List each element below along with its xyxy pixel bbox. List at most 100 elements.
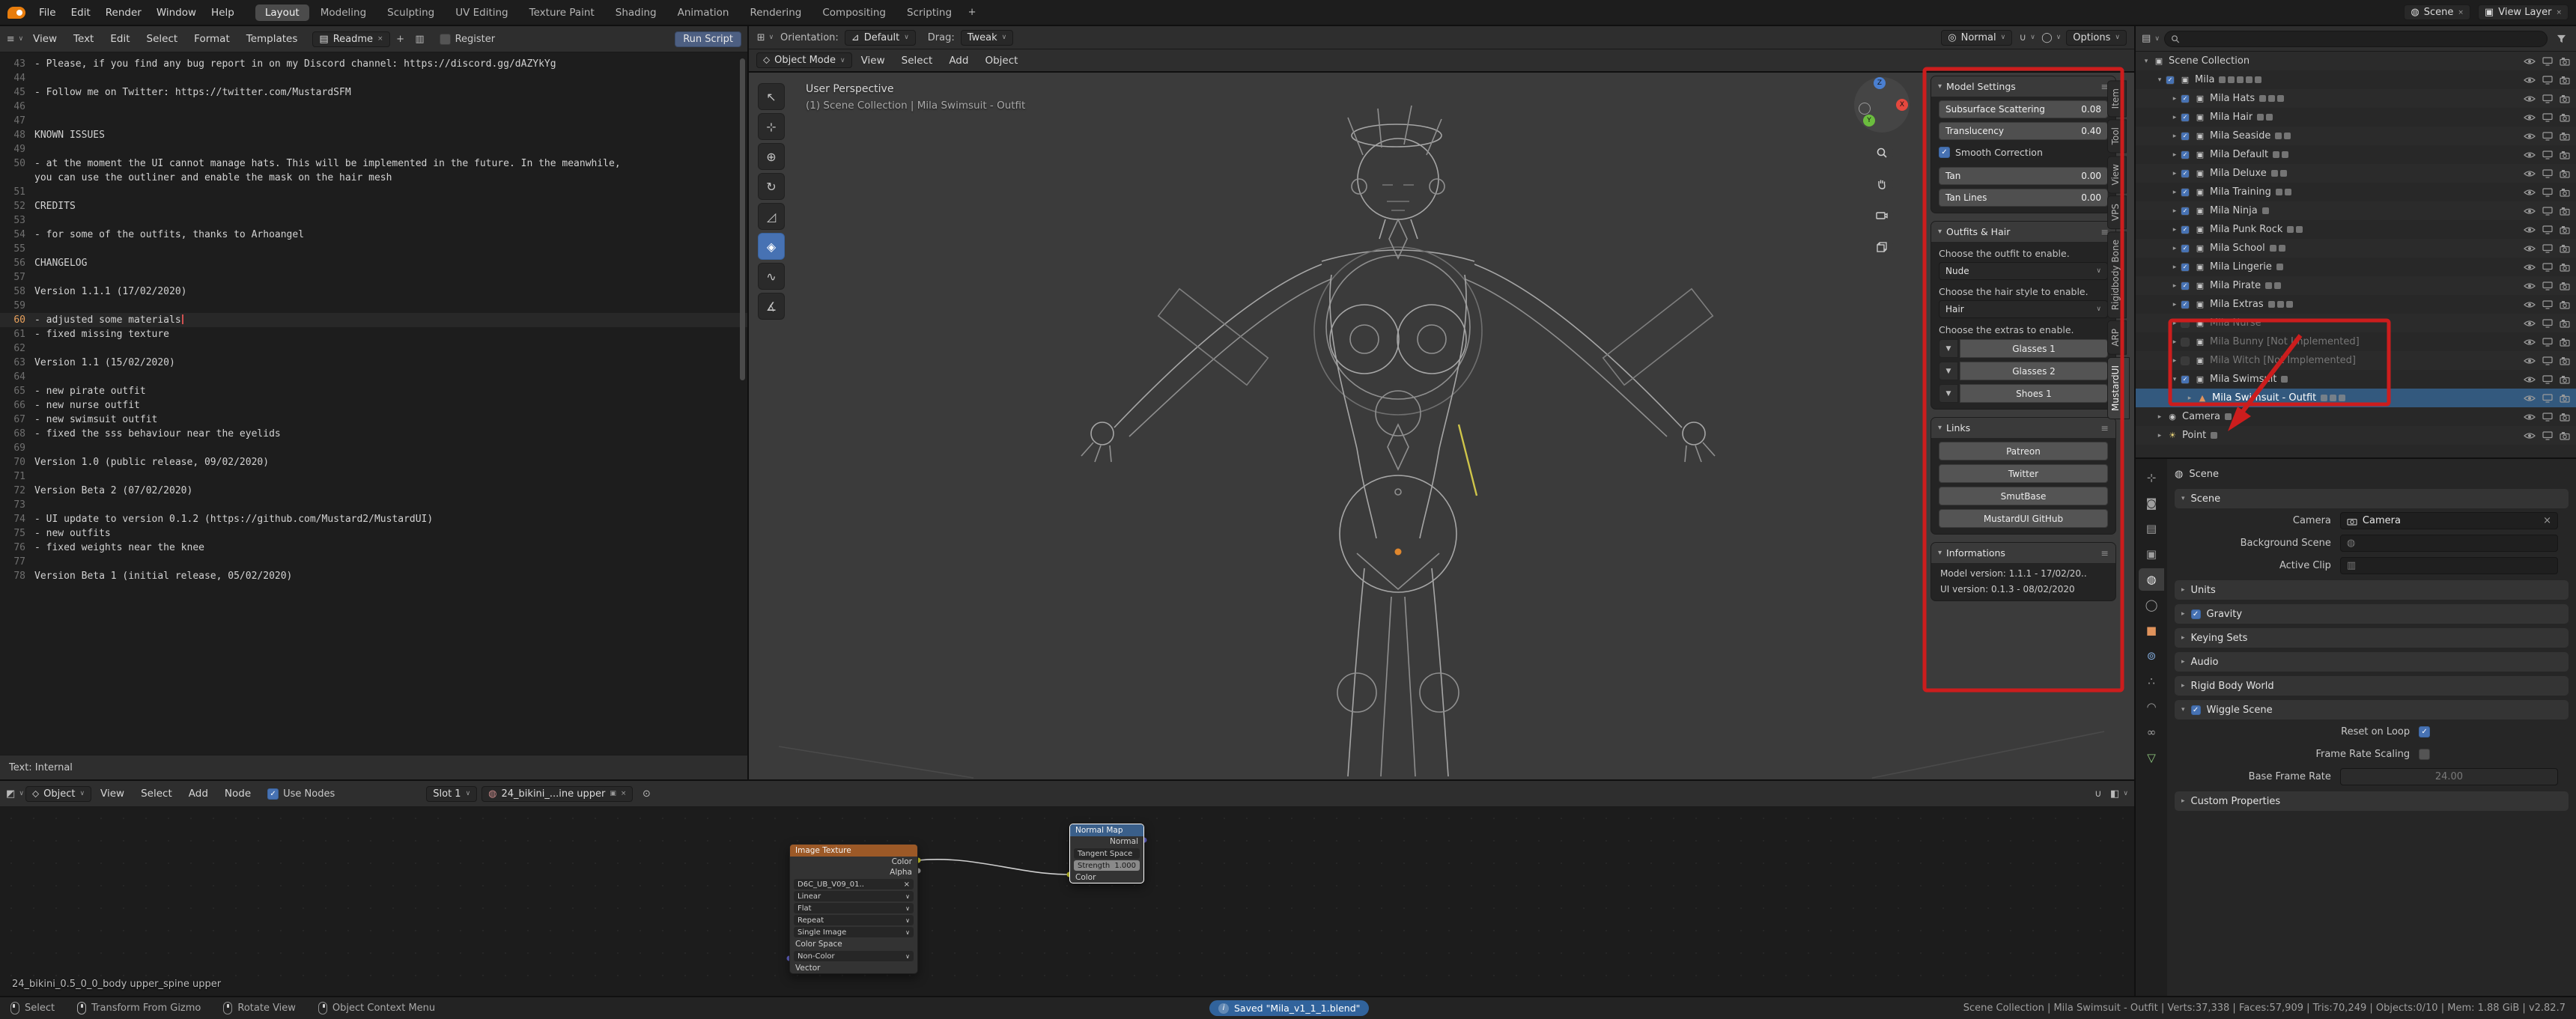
register-checkbox[interactable] xyxy=(440,34,451,45)
properties-tab[interactable] xyxy=(2139,594,2164,616)
outliner-row[interactable]: ▸ ▣ Mila Seaside xyxy=(2136,127,2576,145)
collection-checkbox[interactable] xyxy=(2181,207,2190,216)
topbar-menu[interactable]: File xyxy=(31,5,64,20)
pin-icon[interactable]: ⊙ xyxy=(637,785,655,802)
tan-slider[interactable]: Tan0.00 xyxy=(1939,167,2108,185)
wiggle-checkbox[interactable] xyxy=(2191,705,2201,715)
workspace-tab[interactable]: Texture Paint xyxy=(520,4,604,21)
new-text-button[interactable]: + xyxy=(392,31,410,47)
x-icon[interactable]: × xyxy=(2458,9,2464,16)
blender-logo-icon[interactable] xyxy=(7,7,25,19)
collection-checkbox[interactable] xyxy=(2181,300,2190,309)
link-button[interactable]: MustardUI GitHub xyxy=(1939,509,2108,528)
outliner-row[interactable]: ▸ ▣ Mila Ninja xyxy=(2136,201,2576,220)
outliner-row[interactable]: ▸ ▣ Mila Hair xyxy=(2136,108,2576,127)
disable-viewport-icon[interactable] xyxy=(2542,225,2553,234)
snap-magnet-icon[interactable]: ∪ xyxy=(2089,785,2107,802)
disclosure-triangle-icon[interactable]: ▸ xyxy=(2169,133,2181,140)
active-clip-field[interactable]: ▥ xyxy=(2340,557,2558,574)
hide-eye-icon[interactable] xyxy=(2524,394,2536,403)
properties-tab[interactable] xyxy=(2139,466,2164,489)
outliner-row[interactable]: ▸ ▲ Mila Swimsuit - Outfit xyxy=(2136,389,2576,407)
disable-viewport-icon[interactable] xyxy=(2542,300,2553,309)
disable-render-camera-icon[interactable] xyxy=(2560,375,2570,384)
sidebar-tab[interactable]: Rigidbody Bone xyxy=(2107,231,2127,318)
disable-render-camera-icon[interactable] xyxy=(2560,94,2570,103)
smooth-correction-checkbox[interactable] xyxy=(1939,147,1950,158)
interpolation-dropdown[interactable]: Linear∨ xyxy=(794,891,914,901)
collection-checkbox[interactable] xyxy=(2181,94,2190,103)
hide-eye-icon[interactable] xyxy=(2524,94,2536,103)
model-settings-header[interactable]: Model Settings xyxy=(1931,76,2115,97)
disclosure-triangle-icon[interactable]: ▸ xyxy=(2154,413,2166,421)
snap-magnet-icon[interactable]: ∪ xyxy=(2018,29,2036,46)
text-datablock-selector[interactable]: ▤ Readme × xyxy=(312,31,389,47)
axis-y-dot[interactable]: Y xyxy=(1863,115,1875,127)
text-editor-content[interactable]: 43 - Please, if you find any bug report … xyxy=(0,52,747,755)
outliner-row[interactable]: ▸ ◉ Camera xyxy=(2136,407,2576,426)
disclosure-triangle-icon[interactable]: ▾ xyxy=(2154,76,2166,84)
mode-dropdown[interactable]: ⬦ Object Mode∨ xyxy=(756,52,852,68)
overlays-icon[interactable]: ◧ xyxy=(2110,785,2128,802)
tan-lines-slider[interactable]: Tan Lines0.00 xyxy=(1939,189,2108,207)
workspace-tab[interactable]: Animation xyxy=(668,4,739,21)
properties-tab[interactable] xyxy=(2139,543,2164,565)
collapsed-panel-header[interactable]: ▸ Audio xyxy=(2175,652,2569,672)
axis-x-dot[interactable]: X xyxy=(1896,99,1908,111)
orientation-dropdown[interactable]: ⊿ Default∨ xyxy=(845,30,916,46)
collection-checkbox[interactable] xyxy=(2181,356,2190,365)
outfit-dropdown[interactable]: Nude∨ xyxy=(1939,262,2108,280)
disclosure-triangle-icon[interactable]: ▸ xyxy=(2154,432,2166,439)
chevron-down-icon[interactable] xyxy=(1939,339,1958,358)
disable-viewport-icon[interactable] xyxy=(2542,113,2553,122)
disable-viewport-icon[interactable] xyxy=(2542,150,2553,159)
disable-render-camera-icon[interactable] xyxy=(2560,113,2570,122)
sidebar-tab[interactable]: ARP xyxy=(2107,320,2127,355)
viewport-canvas[interactable]: User Perspective (1) Scene Collection | … xyxy=(749,73,2134,779)
disable-viewport-icon[interactable] xyxy=(2542,57,2553,66)
viewport-menu[interactable]: Select xyxy=(894,53,941,68)
disclosure-triangle-icon[interactable]: ▸ xyxy=(2169,114,2181,121)
viewport-menu[interactable]: Add xyxy=(941,53,976,68)
outliner-row[interactable]: ▸ ▣ Mila Lingerie xyxy=(2136,258,2576,276)
outliner-search-input[interactable] xyxy=(2184,34,2541,44)
text-editor-menu[interactable]: Format xyxy=(186,31,237,46)
source-dropdown[interactable]: Single Image∨ xyxy=(794,927,914,937)
axis-neg-dot[interactable] xyxy=(1859,103,1871,115)
tool-button[interactable] xyxy=(758,233,785,260)
axis-z-dot[interactable]: Z xyxy=(1874,77,1886,89)
custom-properties-header[interactable]: ▸Custom Properties xyxy=(2175,791,2569,811)
properties-tab[interactable] xyxy=(2139,492,2164,514)
disclosure-triangle-icon[interactable]: ▾ xyxy=(2140,58,2152,65)
hide-eye-icon[interactable] xyxy=(2524,319,2536,328)
proportional-edit-icon[interactable]: ◯ xyxy=(2042,29,2060,46)
text-editor-menu[interactable]: Edit xyxy=(103,31,137,46)
viewport-menu[interactable]: Object xyxy=(977,53,1025,68)
zoom-icon[interactable] xyxy=(1871,142,1893,164)
wiggle-scene-header[interactable]: ▾ Wiggle Scene xyxy=(2175,700,2569,720)
workspace-tab[interactable]: Modeling xyxy=(311,4,376,21)
tool-button[interactable] xyxy=(758,293,785,320)
topbar-menu[interactable]: Window xyxy=(149,5,204,20)
text-editor-menu[interactable]: Select xyxy=(139,31,186,46)
disable-render-camera-icon[interactable] xyxy=(2560,282,2570,291)
disable-viewport-icon[interactable] xyxy=(2542,169,2553,178)
disclosure-triangle-icon[interactable]: ▸ xyxy=(2169,207,2181,215)
outliner-row[interactable]: ▸ ▣ Mila Extras xyxy=(2136,295,2576,314)
outliner-row[interactable]: ▸ ▣ Mila Punk Rock xyxy=(2136,220,2576,239)
workspace-tab[interactable]: Shading xyxy=(606,4,666,21)
tool-button[interactable] xyxy=(758,143,785,170)
text-editor-menu[interactable]: Text xyxy=(66,31,101,46)
tool-button[interactable] xyxy=(758,83,785,110)
strength-slider[interactable]: Strength1.000 xyxy=(1074,860,1140,871)
disable-render-camera-icon[interactable] xyxy=(2560,57,2570,66)
workspace-tab[interactable]: UV Editing xyxy=(446,4,517,21)
scene-panel-header[interactable]: ▾Scene xyxy=(2175,489,2569,508)
outliner-row[interactable]: ▸ ▣ Mila School xyxy=(2136,239,2576,258)
disclosure-triangle-icon[interactable]: ▸ xyxy=(2169,357,2181,365)
collection-checkbox[interactable] xyxy=(2181,263,2190,272)
collection-checkbox[interactable] xyxy=(2181,375,2190,384)
outliner-search[interactable] xyxy=(2164,31,2548,47)
properties-tab[interactable] xyxy=(2139,619,2164,642)
options-dropdown[interactable]: Options∨ xyxy=(2066,30,2127,46)
